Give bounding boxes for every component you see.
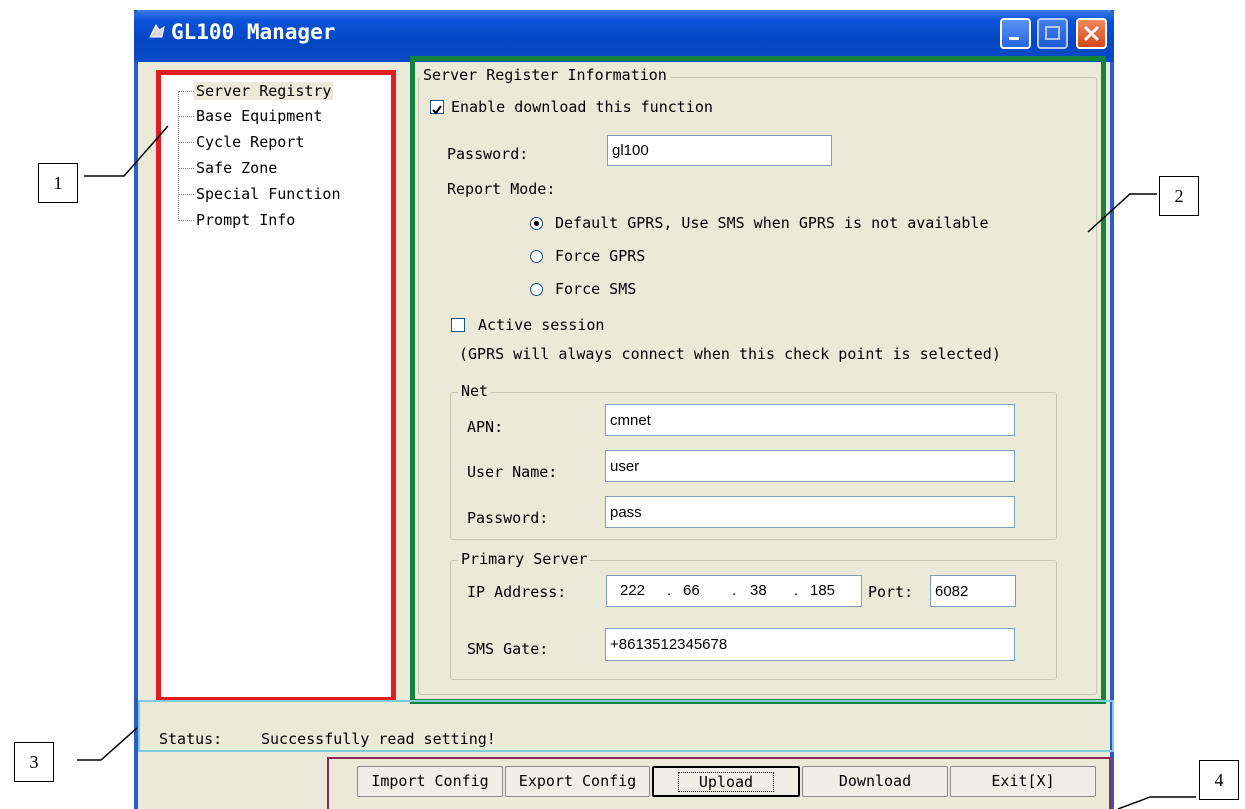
callout-leaders: [77, 125, 1196, 809]
callout-3: 3: [14, 742, 54, 782]
callout-2: 2: [1159, 176, 1199, 216]
callout-1: 1: [38, 163, 78, 203]
callout-4: 4: [1199, 760, 1239, 800]
